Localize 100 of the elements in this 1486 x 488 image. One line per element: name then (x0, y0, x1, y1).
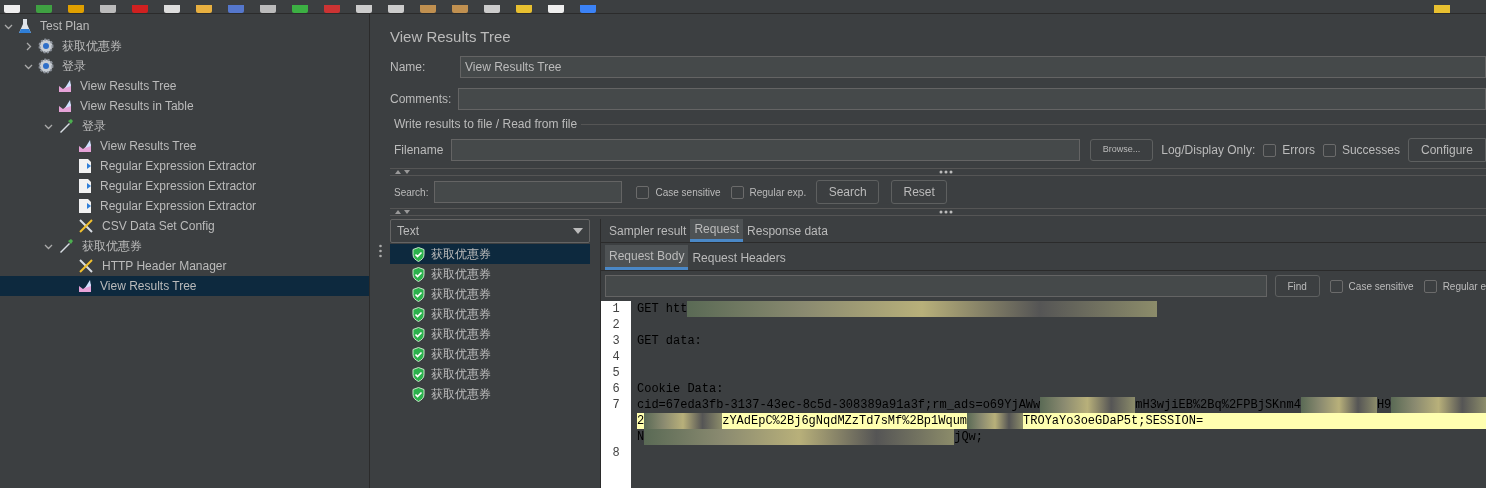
filename-field[interactable] (451, 139, 1080, 161)
line-number: 7 (611, 397, 621, 413)
tab[interactable]: Request (690, 219, 744, 242)
checkbox[interactable] (730, 185, 744, 199)
toolbar-icon[interactable] (164, 5, 180, 13)
gear-icon (38, 38, 54, 54)
tab[interactable]: Request Body (605, 245, 689, 270)
find-button[interactable]: Find (1274, 275, 1320, 297)
tree-item[interactable]: View Results Tree (0, 136, 369, 156)
result-item[interactable]: 获取优惠券 (390, 304, 590, 324)
tab[interactable]: Request Headers (688, 245, 790, 270)
code-text: GET data: (637, 333, 702, 349)
line-number: 8 (611, 445, 621, 461)
toolbar-icon[interactable] (356, 5, 372, 13)
panel-title: View Results Tree (390, 27, 512, 46)
redaction-mosaic (967, 413, 1024, 429)
line-number: 6 (611, 381, 621, 397)
toolbar-icon[interactable] (548, 5, 564, 13)
search-button[interactable]: Search (816, 180, 880, 204)
result-item[interactable]: 获取优惠券 (390, 364, 590, 384)
renderer-dropdown[interactable]: Text (390, 219, 590, 243)
tree-item[interactable]: View Results Tree (0, 76, 369, 96)
checkbox[interactable] (1322, 143, 1336, 157)
tree-item[interactable]: 获取优惠券 (0, 236, 369, 256)
chart-icon (58, 79, 72, 93)
group-title: Write results to file / Read from file (394, 116, 578, 133)
toolbar-icon[interactable] (132, 5, 148, 13)
splitter-arrows-icon[interactable] (394, 209, 412, 215)
tree-item[interactable]: View Results in Table (0, 96, 369, 116)
divider-grip-icon[interactable] (378, 244, 382, 258)
tree-item[interactable]: View Results Tree (0, 276, 369, 296)
toolbar-icon[interactable] (68, 5, 84, 13)
tree-item[interactable]: 登录 (0, 56, 369, 76)
result-item[interactable]: 获取优惠券 (390, 264, 590, 284)
tree-item[interactable]: Test Plan (0, 16, 369, 36)
tab[interactable]: Sampler result (605, 219, 691, 242)
result-item[interactable]: 获取优惠券 (390, 244, 590, 264)
toolbar-icon[interactable] (324, 5, 340, 13)
checkbox-label: Regular e (1442, 279, 1486, 294)
search-field[interactable] (434, 181, 623, 203)
grip-icon[interactable] (939, 210, 953, 214)
code-text: N (637, 429, 645, 445)
shield-check-icon (412, 246, 425, 262)
toolbar-icon[interactable] (484, 5, 500, 13)
tree-item[interactable]: Regular Expression Extractor (0, 156, 369, 176)
checkbox[interactable] (1263, 143, 1277, 157)
tree-item[interactable]: 获取优惠券 (0, 36, 369, 56)
toolbar-icon[interactable] (196, 5, 212, 13)
tree-item[interactable]: 登录 (0, 116, 369, 136)
shield-check-icon (412, 306, 425, 322)
field-label: Comments: (390, 91, 453, 108)
toolbar-icon[interactable] (36, 5, 52, 13)
caret-down-icon (573, 228, 583, 234)
chart-icon (78, 279, 92, 293)
name-field[interactable]: View Results Tree (460, 56, 1486, 78)
pipette-icon (58, 238, 74, 254)
tree-item[interactable]: Regular Expression Extractor (0, 196, 369, 216)
shield-check-icon (412, 286, 425, 302)
toolbar-icon[interactable] (4, 5, 20, 13)
find-field[interactable] (605, 275, 1267, 297)
checkbox-label: Regular exp. (749, 185, 807, 200)
code-text: TROYaYo3oeGDaP5t;SESSION= (1023, 413, 1204, 429)
field-label: Filename (394, 142, 444, 159)
code-text: 2 (637, 413, 645, 429)
toolbar-icon[interactable] (580, 5, 596, 13)
code-text: cid=67eda3fb-3137-43ec-8c5d-308389a91a3f;rm_ads=o69YjAWw (637, 397, 1041, 413)
splitter-arrows-icon[interactable] (394, 169, 412, 175)
toolbar-icon[interactable] (100, 5, 116, 13)
toolbar-icon[interactable] (420, 5, 436, 13)
line-number: 2 (611, 317, 621, 333)
tree-item[interactable]: CSV Data Set Config (0, 216, 369, 236)
result-item[interactable]: 获取优惠券 (390, 324, 590, 344)
browse-button[interactable]: Browse... (1089, 139, 1154, 161)
toolbar-icon[interactable] (452, 5, 468, 13)
chart-icon (78, 139, 92, 153)
checkbox-label: Case sensitive (1348, 279, 1414, 294)
checkbox[interactable] (1423, 279, 1437, 293)
checkbox[interactable] (636, 185, 650, 199)
checkbox[interactable] (1329, 279, 1343, 293)
comments-field[interactable] (458, 88, 1486, 110)
code-text: jQw; (954, 429, 983, 445)
toolbar-icon[interactable] (516, 5, 532, 13)
configure-button[interactable]: Configure (1407, 138, 1486, 162)
code-text: zYAdEpC%2Bj6gNqdMZzTd7sMf%2Bp1Wqum (722, 413, 968, 429)
toolbar-icon[interactable] (260, 5, 276, 13)
result-item[interactable]: 获取优惠券 (390, 384, 590, 404)
tree-item[interactable]: HTTP Header Manager (0, 256, 369, 276)
tools-icon (78, 258, 94, 274)
reset-button[interactable]: Reset (891, 180, 948, 204)
field-label: Log/Display Only: (1161, 142, 1256, 159)
toolbar-icon[interactable] (388, 5, 404, 13)
code-text: H9 (1376, 397, 1392, 413)
toolbar-icon[interactable] (228, 5, 244, 13)
result-item[interactable]: 获取优惠券 (390, 344, 590, 364)
flask-icon (18, 18, 32, 34)
result-item[interactable]: 获取优惠券 (390, 284, 590, 304)
tree-item[interactable]: Regular Expression Extractor (0, 176, 369, 196)
toolbar-icon[interactable] (292, 5, 308, 13)
tab[interactable]: Response data (743, 219, 832, 242)
grip-icon[interactable] (939, 170, 953, 174)
